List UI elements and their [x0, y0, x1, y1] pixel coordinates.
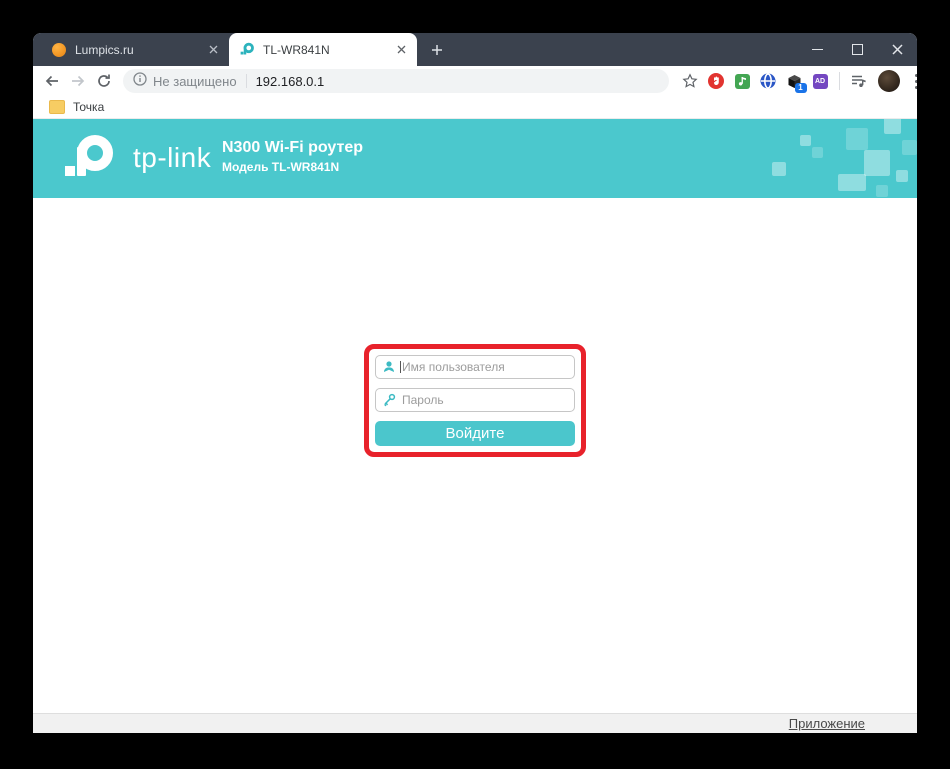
username-field-wrap — [375, 355, 575, 379]
adblock-extension-icon[interactable] — [708, 73, 725, 90]
back-icon[interactable] — [39, 68, 65, 94]
close-button[interactable] — [877, 33, 917, 66]
playlist-icon[interactable] — [851, 73, 868, 90]
tplink-logo-icon — [53, 134, 123, 182]
minimize-button[interactable] — [797, 33, 837, 66]
adguard-extension-icon[interactable]: AD — [812, 73, 829, 90]
decor-pixel — [846, 128, 868, 150]
decor-pixel — [902, 140, 917, 155]
decor-pixel — [812, 147, 823, 158]
tplink-logo: tp-link — [53, 134, 211, 182]
decor-pixel — [772, 162, 786, 176]
tab-title: TL-WR841N — [263, 43, 393, 57]
username-input[interactable] — [375, 355, 575, 379]
tab-title: Lumpics.ru — [75, 43, 205, 57]
browser-toolbar: Не защищено 192.168.0.1 — [33, 66, 917, 96]
app-link[interactable]: Приложение — [789, 716, 865, 731]
key-icon — [382, 393, 396, 407]
reload-icon[interactable] — [91, 68, 117, 94]
password-input[interactable] — [375, 388, 575, 412]
omnibox-separator — [246, 74, 247, 88]
window-controls — [797, 33, 917, 66]
tab-strip: Lumpics.ru TL-WR841N — [33, 33, 917, 66]
decor-pixel — [884, 119, 901, 134]
globe-extension-icon[interactable] — [760, 73, 777, 90]
decor-pixel — [838, 174, 866, 191]
address-bar[interactable]: Не защищено 192.168.0.1 — [123, 69, 669, 93]
bookmark-star-icon[interactable] — [682, 73, 699, 90]
extension-badge: 1 — [795, 83, 807, 93]
toolbar-separator — [839, 72, 840, 90]
forward-icon[interactable] — [65, 68, 91, 94]
router-page-content: Войдите — [33, 198, 917, 713]
url-text[interactable]: 192.168.0.1 — [256, 74, 325, 89]
password-field-wrap — [375, 388, 575, 412]
maximize-button[interactable] — [837, 33, 877, 66]
menu-icon[interactable] — [906, 69, 917, 93]
music-extension-icon[interactable] — [734, 73, 751, 90]
tab-close-icon[interactable] — [393, 42, 409, 58]
bookmarks-bar: Точка — [33, 96, 917, 119]
user-icon — [382, 360, 396, 374]
text-caret — [400, 361, 401, 373]
router-titles: N300 Wi-Fi роутер Модель TL-WR841N — [222, 139, 363, 174]
router-page-footer: Приложение — [33, 713, 917, 733]
cube-extension-icon[interactable]: 1 — [786, 73, 803, 90]
toolbar-right: 1 AD — [677, 69, 917, 93]
bookmark-folder-label[interactable]: Точка — [73, 100, 104, 114]
folder-icon — [49, 100, 65, 114]
new-tab-button[interactable] — [423, 36, 451, 64]
info-icon[interactable] — [133, 72, 147, 91]
decor-pixel — [876, 185, 888, 197]
login-button[interactable]: Войдите — [375, 421, 575, 446]
router-title: N300 Wi-Fi роутер — [222, 139, 363, 157]
decor-pixel — [800, 135, 811, 146]
security-label: Не защищено — [153, 74, 237, 89]
router-page-header: tp-link N300 Wi-Fi роутер Модель TL-WR84… — [33, 119, 917, 198]
router-model: Модель TL-WR841N — [222, 160, 363, 174]
brand-text: tp-link — [133, 142, 211, 174]
annotation-highlight-box: Войдите — [364, 344, 586, 457]
tab-tplink[interactable]: TL-WR841N — [229, 33, 417, 66]
tplink-favicon — [239, 42, 255, 58]
tab-close-icon[interactable] — [205, 42, 221, 58]
decor-pixel — [896, 170, 908, 182]
browser-window: Lumpics.ru TL-WR841N — [33, 33, 917, 733]
profile-avatar[interactable] — [878, 70, 900, 92]
decor-pixel — [864, 150, 890, 176]
tab-lumpics[interactable]: Lumpics.ru — [41, 33, 229, 66]
lumpics-favicon — [51, 42, 67, 58]
